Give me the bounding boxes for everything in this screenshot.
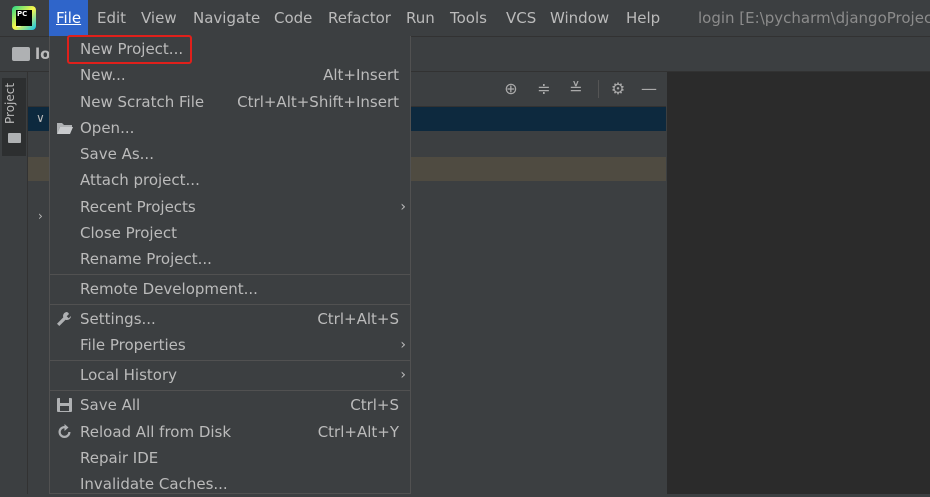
menu-item-save-as[interactable]: Save As... <box>50 141 410 167</box>
menu-item-remote-development[interactable]: Remote Development... <box>50 276 410 302</box>
menu-vcs[interactable]: VCS <box>499 0 543 36</box>
file-menu-dropdown: New Project... New... Alt+Insert New Scr… <box>49 36 411 494</box>
chevron-right-icon: › <box>400 337 406 353</box>
wrench-icon <box>57 312 71 326</box>
menu-bar: PC _ File Edit View Navigate Code Refacto… <box>0 0 930 37</box>
menu-separator <box>50 390 410 391</box>
save-icon <box>57 398 72 412</box>
collapse-all-icon[interactable]: ≚ <box>567 80 585 98</box>
folder-icon <box>12 47 30 61</box>
menu-item-local-history[interactable]: Local History › <box>50 362 410 388</box>
folder-icon <box>8 133 21 143</box>
menu-refactor[interactable]: Refactor <box>321 0 398 36</box>
highlight-box <box>67 35 192 64</box>
menu-item-save-all[interactable]: Save All Ctrl+S <box>50 392 410 418</box>
menu-item-recent-projects[interactable]: Recent Projects › <box>50 194 410 220</box>
toolbar-divider <box>598 80 599 98</box>
minimize-icon[interactable]: — <box>640 80 658 98</box>
menu-file[interactable]: File <box>49 0 89 36</box>
pycharm-logo-icon: PC _ <box>12 6 36 30</box>
menu-item-settings[interactable]: Settings... Ctrl+Alt+S <box>50 306 410 332</box>
menu-navigate[interactable]: Navigate <box>186 0 267 36</box>
menu-item-rename-project[interactable]: Rename Project... <box>50 246 410 272</box>
chevron-right-icon[interactable]: › <box>38 209 43 223</box>
locate-icon[interactable]: ⊕ <box>502 80 520 98</box>
menu-item-open[interactable]: Open... <box>50 115 410 141</box>
chevron-right-icon: › <box>400 367 406 383</box>
chevron-right-icon: › <box>400 199 406 215</box>
menu-item-new-scratch-file[interactable]: New Scratch File Ctrl+Alt+Shift+Insert <box>50 89 410 115</box>
menu-item-new[interactable]: New... Alt+Insert <box>50 62 410 88</box>
menu-window[interactable]: Window <box>543 0 616 36</box>
editor-area[interactable] <box>667 72 930 494</box>
menu-view[interactable]: View <box>134 0 184 36</box>
menu-separator <box>50 304 410 305</box>
project-tool-label: Project <box>3 82 17 124</box>
reload-icon <box>58 424 71 438</box>
menu-separator <box>50 360 410 361</box>
chevron-down-icon[interactable]: ∨ <box>36 111 45 125</box>
window-title: login [E:\pycharm\djangoProject <box>698 9 930 27</box>
menu-run[interactable]: Run <box>399 0 442 36</box>
menu-item-invalidate-caches[interactable]: Invalidate Caches... <box>50 471 410 497</box>
folder-open-icon <box>57 123 73 134</box>
menu-item-repair-ide[interactable]: Repair IDE <box>50 445 410 471</box>
menu-item-reload-all-from-disk[interactable]: Reload All from Disk Ctrl+Alt+Y <box>50 419 410 445</box>
menu-item-close-project[interactable]: Close Project <box>50 220 410 246</box>
gear-icon[interactable]: ⚙ <box>609 80 627 98</box>
menu-item-file-properties[interactable]: File Properties › <box>50 332 410 358</box>
menu-item-attach-project[interactable]: Attach project... <box>50 167 410 193</box>
menu-edit[interactable]: Edit <box>90 0 133 36</box>
menu-code[interactable]: Code <box>267 0 319 36</box>
expand-all-icon[interactable]: ≑ <box>535 80 553 98</box>
menu-tools[interactable]: Tools <box>443 0 494 36</box>
menu-separator <box>50 274 410 275</box>
menu-help[interactable]: Help <box>619 0 667 36</box>
